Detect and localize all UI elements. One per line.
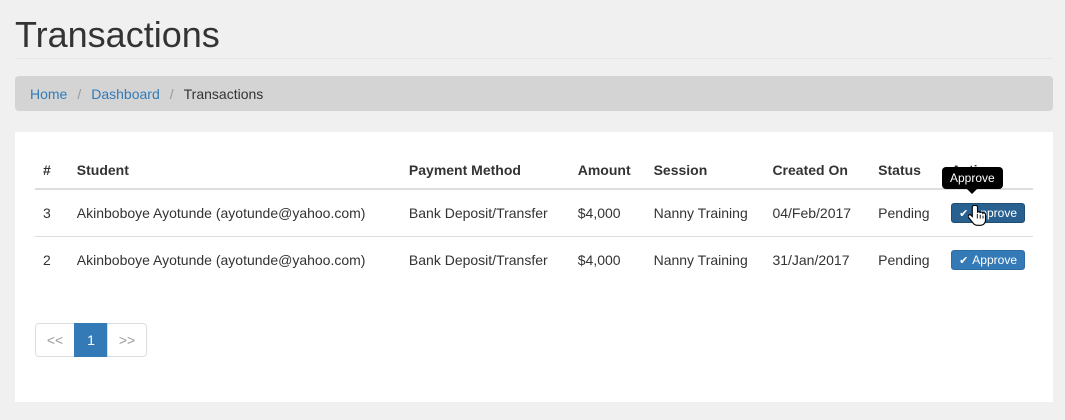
table-header-row: # Student Payment Method Amount Session … (35, 152, 1033, 190)
column-header-created-on: Created On (764, 152, 871, 190)
cell-created-on: 31/Jan/2017 (772, 252, 850, 268)
cell-created-on: 04/Feb/2017 (764, 189, 871, 237)
check-icon: ✔ (959, 254, 969, 267)
pagination: << 1 >> (35, 323, 147, 357)
cell-student: Akinboboye Ayotunde (ayotunde@yahoo.com) (68, 189, 401, 237)
column-header-payment-method: Payment Method (400, 152, 570, 190)
cell-session: Nanny Training (653, 252, 748, 268)
breadcrumb-current: Transactions (183, 85, 264, 102)
pagination-next-button[interactable]: >> (107, 323, 147, 357)
transactions-panel: # Student Payment Method Amount Session … (15, 132, 1053, 402)
table-row: 2 Akinboboye Ayotunde (ayotunde@yahoo.co… (35, 237, 1033, 284)
title-divider (15, 58, 1053, 59)
breadcrumb-separator: / (169, 85, 174, 102)
cell-amount: $4,000 (577, 252, 621, 268)
column-header-status: Status (870, 152, 944, 190)
hand-cursor-icon (968, 204, 987, 226)
cell-action: ✔ Approve (943, 237, 1033, 284)
transactions-table: # Student Payment Method Amount Session … (35, 152, 1033, 283)
breadcrumb-dashboard-link[interactable]: Dashboard (91, 86, 160, 102)
approve-button[interactable]: ✔ Approve (951, 203, 1025, 223)
cell-session: Nanny Training (645, 189, 765, 237)
cell-student: Akinboboye Ayotunde (ayotunde@yahoo.com) (76, 252, 366, 268)
check-icon: ✔ (959, 207, 969, 220)
breadcrumb: Home / Dashboard / Transactions (15, 76, 1053, 111)
cell-payment-method: Bank Deposit/Transfer (408, 252, 548, 268)
column-header-student: Student (68, 152, 401, 190)
cell-action: ✔ Approve (943, 189, 1033, 237)
table-row: 3 Akinboboye Ayotunde (ayotunde@yahoo.co… (35, 189, 1033, 237)
approve-button[interactable]: ✔ Approve (951, 250, 1025, 270)
pagination-page-1[interactable]: 1 (74, 323, 108, 357)
column-header-number: # (35, 152, 69, 190)
page-title: Transactions (15, 14, 220, 55)
cell-number: 2 (43, 252, 51, 268)
cell-status: Pending (878, 252, 930, 268)
approve-tooltip: Approve (942, 167, 1003, 194)
breadcrumb-home-link[interactable]: Home (30, 86, 67, 102)
approve-button-label: Approve (972, 253, 1017, 267)
cell-amount: $4,000 (569, 189, 646, 237)
pagination-prev-button[interactable]: << (35, 323, 75, 357)
column-header-session: Session (645, 152, 765, 190)
cell-status: Pending (870, 189, 944, 237)
column-header-amount: Amount (569, 152, 646, 190)
breadcrumb-separator: / (77, 85, 82, 102)
cell-number: 3 (35, 189, 69, 237)
cell-payment-method: Bank Deposit/Transfer (400, 189, 570, 237)
